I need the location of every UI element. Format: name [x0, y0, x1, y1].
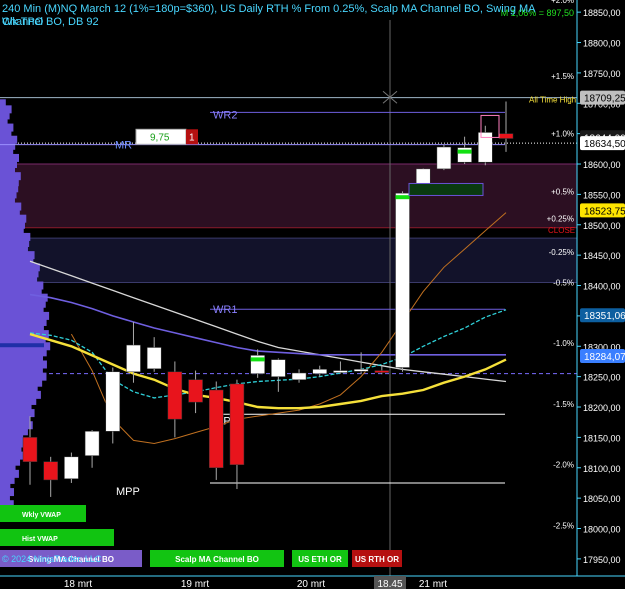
- candle-body[interactable]: [498, 133, 514, 139]
- x-tick-label: 19 mrt: [181, 579, 210, 589]
- y-tick-label: 18250,00: [583, 373, 621, 383]
- price-tag-label: 18634,50: [584, 139, 625, 150]
- y-tick-label: 18200,00: [583, 403, 621, 413]
- wr1-label: WR1: [213, 304, 237, 316]
- close-label: CLOSE: [548, 226, 575, 235]
- candle-body[interactable]: [167, 371, 183, 420]
- mpp-label: MPP: [116, 486, 140, 498]
- x-tick-label: 20 mrt: [297, 579, 326, 589]
- order-qty-label: 9,75: [150, 132, 170, 143]
- candle-body[interactable]: [22, 437, 38, 462]
- y-tick-label: 18750,00: [583, 69, 621, 79]
- candle-body[interactable]: [105, 371, 121, 432]
- y-tick-label: 18050,00: [583, 494, 621, 504]
- chart-window: All Time High WR2 MR WR1 WPP MPP 9,75 1 +2.0% +1.…: [0, 0, 625, 589]
- candle-body[interactable]: [395, 192, 410, 368]
- all-time-high-label: All Time High: [529, 96, 576, 105]
- candle-body[interactable]: [43, 461, 58, 481]
- y-tick-label: 18150,00: [583, 433, 621, 443]
- tpo-poc: [0, 343, 44, 348]
- mid-zone: [0, 238, 577, 283]
- candle-body[interactable]: [64, 456, 79, 479]
- y-tick-label: 18550,00: [583, 190, 621, 200]
- price-tag-label: 18709,25: [584, 94, 625, 105]
- signal-marker: [395, 195, 410, 200]
- y-tick-label: 18000,00: [583, 525, 621, 535]
- candle-body[interactable]: [374, 370, 390, 373]
- price-chart[interactable]: All Time HighWR2MRWR1WPPMPP9,75 1+2.0%+1.…: [0, 0, 625, 589]
- pct-label: -0.5%: [553, 278, 574, 287]
- candle-body[interactable]: [271, 359, 286, 377]
- pct-label: -2.0%: [553, 461, 574, 470]
- indicator-button-label: Wkly VWAP: [22, 512, 61, 519]
- y-tick-label: 18850,00: [583, 8, 621, 18]
- resistance-zone: [0, 164, 577, 228]
- chart-background: [0, 0, 625, 589]
- y-tick-label: 18100,00: [583, 464, 621, 474]
- breakout-box: [408, 182, 484, 196]
- y-tick-label: 18400,00: [583, 282, 621, 292]
- x-tick-label: 18 mrt: [64, 579, 93, 589]
- y-tick-label: 18450,00: [583, 251, 621, 261]
- order-count-label: 1: [189, 132, 195, 143]
- y-tick-label: 18800,00: [583, 39, 621, 49]
- indicator-button-label: Hist VWAP: [22, 536, 58, 543]
- price-tag-label: 18351,06: [584, 311, 625, 322]
- candle-body[interactable]: [126, 344, 141, 373]
- candle-body[interactable]: [291, 372, 307, 380]
- signal-marker: [250, 357, 265, 362]
- candle-body[interactable]: [312, 369, 327, 374]
- price-tag-label: 18523,75: [584, 206, 625, 217]
- pct-label: -1.5%: [553, 400, 574, 409]
- tpo-bar: [0, 99, 6, 108]
- pct-label: +0.5%: [551, 187, 574, 196]
- candle-body[interactable]: [478, 132, 493, 163]
- indicator-button-label: US RTH OR: [355, 555, 399, 564]
- candle-body[interactable]: [209, 389, 224, 469]
- price-tag-label: 18284,07: [584, 352, 625, 363]
- y-tick-label: 17950,00: [583, 555, 621, 565]
- time-marker-label: 18.45: [377, 579, 402, 589]
- x-tick-label: 21 mrt: [419, 579, 448, 589]
- candle-body[interactable]: [188, 379, 203, 403]
- pct-label: +1.5%: [551, 72, 574, 81]
- wr2-label: WR2: [213, 109, 237, 121]
- y-tick-label: 18600,00: [583, 160, 621, 170]
- y-tick-label: 18500,00: [583, 221, 621, 231]
- mr-label: MR: [115, 140, 132, 152]
- pct-label: +0.25%: [547, 215, 574, 224]
- indicator-button-label: Scalp MA Channel BO: [175, 555, 259, 564]
- candle-body[interactable]: [84, 431, 100, 456]
- chart-subtitle: Wk TPO: [2, 16, 44, 28]
- indicator-button-label: US ETH OR: [298, 555, 342, 564]
- pct-label: -2.5%: [553, 521, 574, 530]
- pct-label: +1.0%: [551, 130, 574, 139]
- signal-marker: [457, 149, 472, 154]
- pct-label: -1.0%: [553, 339, 574, 348]
- candle-body[interactable]: [353, 369, 369, 372]
- chart-title: 240 Min (M)NQ March 12 (1%=180p=$360), U…: [2, 3, 535, 28]
- candle-body[interactable]: [146, 347, 162, 369]
- copyright-label: © 2024 NinjaTrader, LLC: [2, 554, 102, 564]
- candle-body[interactable]: [436, 146, 452, 170]
- pct-label: -0.25%: [549, 248, 574, 257]
- candle-body[interactable]: [333, 370, 348, 373]
- candle-body[interactable]: [229, 383, 245, 465]
